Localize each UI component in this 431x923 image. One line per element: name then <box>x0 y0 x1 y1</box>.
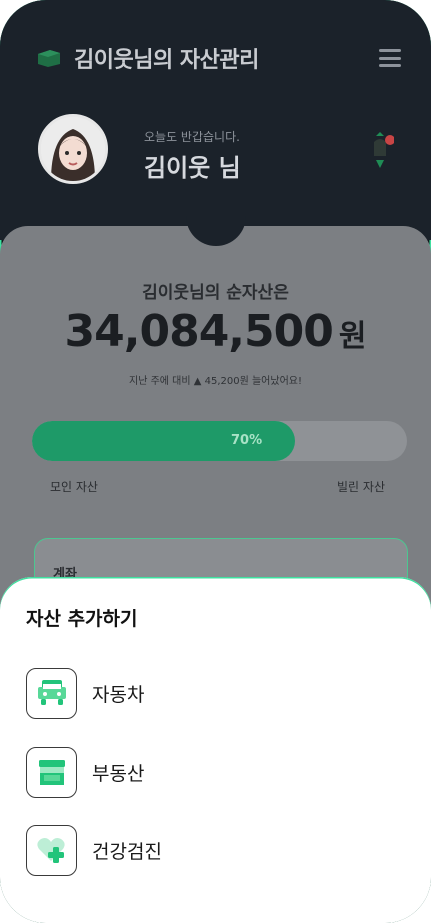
net-worth-value: 34,084,500 <box>64 306 334 357</box>
phone-frame: 김이웃님의 자산관리 오늘도 반갑습니다. 김이웃 님 김이웃님의 순자산은 3… <box>0 0 431 923</box>
top-bar: 김이웃님의 자산관리 <box>36 40 401 76</box>
asset-ratio-percent: 70% <box>231 433 263 448</box>
debts-label: 빌린 자산 <box>337 480 385 494</box>
sheet-title: 자산 추가하기 <box>26 608 138 630</box>
add-asset-item-car[interactable]: 자동차 <box>26 666 406 720</box>
add-asset-item-label: 부동산 <box>92 762 145 785</box>
add-asset-item-label: 건강검진 <box>92 840 162 863</box>
hamburger-menu-icon[interactable] <box>379 49 401 67</box>
avatar[interactable] <box>38 114 108 184</box>
health-heart-icon <box>26 824 77 876</box>
avatar-portrait-icon <box>41 117 105 181</box>
add-asset-item-label: 자동차 <box>92 683 145 706</box>
header: 김이웃님의 자산관리 오늘도 반갑습니다. 김이웃 님 <box>0 0 431 240</box>
add-asset-item-health-checkup[interactable]: 건강검진 <box>26 823 406 877</box>
assets-label: 모인 자산 <box>50 480 98 494</box>
net-worth-change: 지난 주에 대비 ▲ 45,200원 늘어났어요! <box>129 376 302 387</box>
net-worth-amount: 34,084,500 원 <box>0 306 431 357</box>
add-asset-item-real-estate[interactable]: 부동산 <box>26 745 406 799</box>
net-worth-unit: 원 <box>338 319 367 354</box>
notification-icon[interactable] <box>366 132 394 172</box>
net-worth-label: 김이웃님의 순자산은 <box>142 283 289 303</box>
app-title: 김이웃님의 자산관리 <box>74 48 259 73</box>
user-name: 김이웃 님 <box>144 154 241 182</box>
greeting-text: 오늘도 반갑습니다. <box>144 130 240 144</box>
car-icon <box>26 667 77 719</box>
store-icon <box>26 746 77 798</box>
asset-ratio-bar: 70% <box>32 421 407 461</box>
logo-icon <box>38 50 60 67</box>
